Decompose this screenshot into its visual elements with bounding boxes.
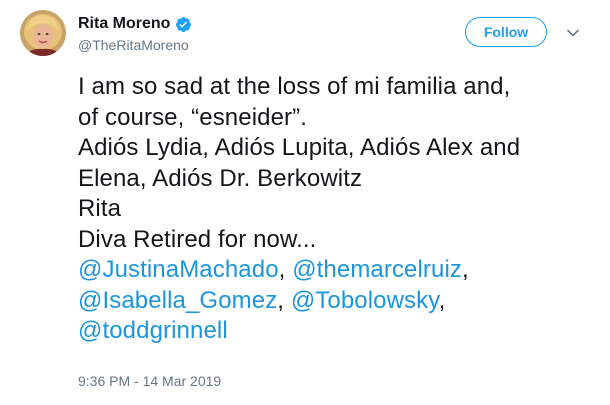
mentions-line: @Isabella_Gomez, @Tobolowsky,	[78, 286, 598, 317]
mentions-line: @toddgrinnell	[78, 316, 598, 347]
tweet-text-line: I am so sad at the loss of mi familia an…	[78, 73, 511, 100]
verified-badge-icon	[175, 16, 192, 33]
mentions-line: @JustinaMachado, @themarcelruiz,	[78, 255, 598, 286]
mention-separator: ,	[277, 286, 291, 314]
mention-link[interactable]: @Tobolowsky	[291, 287, 439, 314]
author-handle[interactable]: @TheRitaMoreno	[78, 37, 189, 53]
author-name-row[interactable]: Rita Moreno	[78, 14, 192, 34]
mention-separator: ,	[278, 256, 293, 283]
mention-separator: ,	[438, 286, 446, 314]
tweet-text-line: Diva Retired for now...	[78, 225, 317, 253]
mention-link[interactable]: @toddgrinnell	[78, 317, 228, 344]
mention-link[interactable]: @Isabella_Gomez	[78, 287, 277, 314]
mention-separator: ,	[462, 256, 469, 283]
avatar[interactable]	[20, 10, 66, 56]
follow-button[interactable]: Follow	[465, 17, 547, 47]
mention-link[interactable]: @JustinaMachado	[78, 256, 279, 283]
author-display-name[interactable]: Rita Moreno	[78, 15, 170, 33]
tweet-text-line: Elena, Adiós Dr. Berkowitz	[78, 164, 363, 192]
profile-photo-icon	[20, 10, 66, 56]
tweet-card: Rita Moreno @TheRitaMoreno Follow I am s…	[0, 0, 610, 405]
tweet-text-line: of course, “esneider”.	[78, 103, 307, 131]
chevron-down-icon[interactable]	[566, 26, 580, 40]
tweet-text-line: Rita	[78, 195, 122, 222]
tweet-text-line: Adiós Lydia, Adiós Lupita, Adiós Alex an…	[78, 134, 521, 161]
tweet-text: I am so sad at the loss of mi familia an…	[78, 72, 598, 347]
mention-link[interactable]: @themarcelruiz	[292, 256, 462, 283]
tweet-timestamp[interactable]: 9:36 PM - 14 Mar 2019	[78, 373, 221, 389]
